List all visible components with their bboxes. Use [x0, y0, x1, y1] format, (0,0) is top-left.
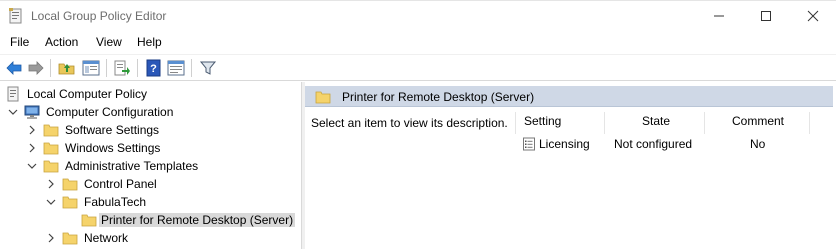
menu-action[interactable]: Action — [45, 35, 78, 49]
tree-item-windows-settings[interactable]: Windows Settings — [0, 139, 300, 157]
folder-icon — [62, 176, 78, 192]
menu-help[interactable]: Help — [137, 35, 162, 49]
chevron-down-icon[interactable] — [26, 160, 38, 172]
close-icon — [807, 10, 819, 22]
tree-item-label: Software Settings — [65, 123, 160, 137]
toolbar: ? — [0, 54, 836, 81]
menu-view[interactable]: View — [96, 35, 122, 49]
folder-icon — [315, 89, 331, 105]
computer-icon — [24, 104, 40, 120]
column-divider[interactable] — [515, 112, 516, 134]
tree-item-label: Control Panel — [84, 177, 157, 191]
tree-item-fabulatech[interactable]: FabulaTech — [0, 193, 300, 211]
chevron-right-icon[interactable] — [26, 142, 38, 154]
chevron-down-icon[interactable] — [45, 196, 57, 208]
back-icon[interactable] — [5, 59, 23, 77]
tree-item-computer-configuration[interactable]: Computer Configuration — [0, 103, 300, 121]
minimize-button[interactable] — [696, 1, 742, 31]
column-header-comment[interactable]: Comment — [732, 114, 784, 134]
tree-item-network[interactable]: Network — [0, 229, 300, 247]
column-divider[interactable] — [604, 112, 605, 134]
properties-icon[interactable] — [167, 59, 185, 77]
folder-icon — [62, 230, 78, 246]
toolbar-separator — [106, 59, 107, 77]
tree-item-label: FabulaTech — [84, 195, 147, 209]
tree-pane[interactable]: Local Computer Policy Computer Configura… — [0, 82, 301, 249]
column-divider[interactable] — [809, 112, 810, 134]
tree-item-label: Administrative Templates — [65, 159, 199, 173]
chevron-right-icon[interactable] — [45, 178, 57, 190]
setting-state: Not configured — [614, 137, 693, 151]
up-folder-icon[interactable] — [58, 59, 76, 77]
toolbar-separator — [50, 59, 51, 77]
close-button[interactable] — [790, 1, 836, 31]
details-header: Printer for Remote Desktop (Server) — [305, 86, 833, 107]
chevron-down-icon[interactable] — [7, 106, 19, 118]
maximize-button[interactable] — [743, 1, 789, 31]
setting-comment: No — [750, 137, 766, 151]
tree-item-label: Network — [84, 231, 129, 245]
folder-icon — [62, 194, 78, 210]
folder-icon — [43, 140, 59, 156]
tree-item-administrative-templates[interactable]: Administrative Templates — [0, 157, 300, 175]
minimize-icon — [714, 15, 724, 17]
policy-icon — [5, 86, 21, 102]
tree-item-label: Computer Configuration — [46, 105, 174, 119]
policy-editor-icon — [8, 8, 24, 24]
tree-item-control-panel[interactable]: Control Panel — [0, 175, 300, 193]
chevron-right-icon[interactable] — [26, 124, 38, 136]
svg-text:?: ? — [150, 63, 157, 75]
column-header-setting[interactable]: Setting — [524, 114, 561, 134]
column-header-state[interactable]: State — [642, 114, 670, 134]
tree-item-printer-for-remote-desktop-server[interactable]: Printer for Remote Desktop (Server) — [0, 211, 300, 229]
tree-item-label: Printer for Remote Desktop (Server) — [99, 213, 296, 227]
show-hide-tree-icon[interactable] — [82, 59, 100, 77]
tree-item-local-computer-policy[interactable]: Local Computer Policy — [0, 85, 300, 103]
window-title: Local Group Policy Editor — [31, 9, 167, 23]
details-header-title: Printer for Remote Desktop (Server) — [342, 90, 535, 104]
tree-item-software-settings[interactable]: Software Settings — [0, 121, 300, 139]
title-bar: Local Group Policy Editor — [0, 0, 836, 30]
menu-bar: File Action View Help — [0, 30, 836, 53]
tree-item-label: Windows Settings — [65, 141, 161, 155]
setting-icon — [522, 137, 536, 151]
toolbar-separator — [137, 59, 138, 77]
folder-icon — [81, 212, 97, 228]
forward-icon[interactable] — [27, 59, 45, 77]
help-icon[interactable]: ? — [145, 59, 163, 77]
folder-icon — [43, 158, 59, 174]
description-text: Select an item to view its description. — [311, 116, 508, 130]
export-list-icon[interactable] — [113, 59, 131, 77]
tree-item-label: Local Computer Policy — [27, 87, 148, 101]
chevron-right-icon[interactable] — [45, 232, 57, 244]
setting-name: Licensing — [539, 137, 590, 151]
menu-file[interactable]: File — [10, 35, 29, 49]
filter-icon[interactable] — [199, 59, 217, 77]
maximize-icon — [761, 11, 771, 21]
details-pane: Printer for Remote Desktop (Server) Sele… — [305, 82, 836, 249]
toolbar-separator — [191, 59, 192, 77]
column-divider[interactable] — [704, 112, 705, 134]
folder-icon — [43, 122, 59, 138]
